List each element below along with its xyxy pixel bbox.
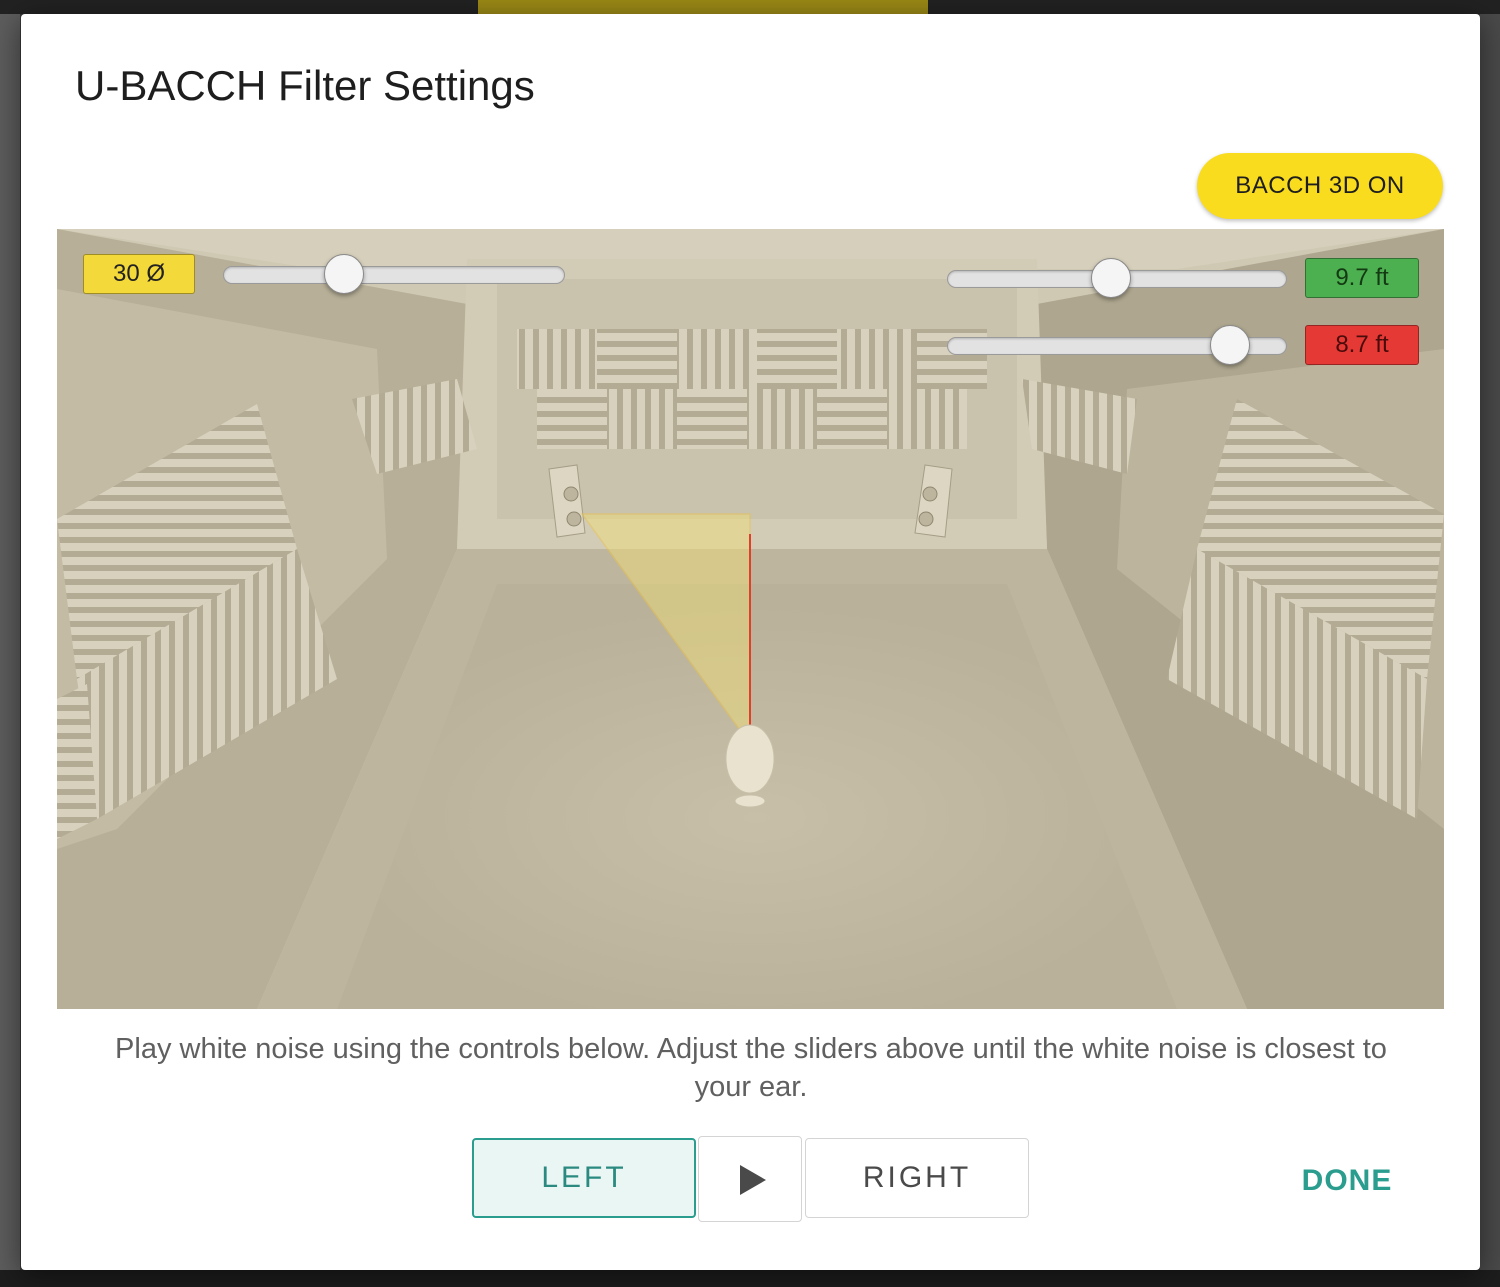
- offset-value-box: 8.7 ft: [1305, 325, 1419, 365]
- right-channel-button[interactable]: RIGHT: [805, 1138, 1029, 1218]
- offset-slider-thumb[interactable]: [1210, 325, 1251, 365]
- dialog-title: U-BACCH Filter Settings: [75, 62, 535, 109]
- distance-slider-thumb[interactable]: [1091, 258, 1132, 298]
- bacch-3d-toggle-button[interactable]: BACCH 3D ON: [1197, 153, 1443, 219]
- left-channel-button[interactable]: LEFT: [472, 1138, 696, 1218]
- distance-slider[interactable]: [947, 258, 1287, 298]
- angle-value-box: 30 Ø: [83, 254, 195, 294]
- angle-slider-thumb[interactable]: [323, 254, 364, 294]
- play-icon: [740, 1165, 766, 1196]
- angle-slider-track[interactable]: [223, 266, 565, 284]
- offset-slider[interactable]: [947, 325, 1287, 365]
- room-3d-view: 30 Ø 9.7 ft 8.7 ft: [57, 229, 1444, 1009]
- background-left-panel: [0, 14, 20, 1284]
- angle-slider[interactable]: [223, 254, 565, 294]
- background-status-chip: [478, 0, 928, 14]
- distance-value-box: 9.7 ft: [1305, 258, 1419, 298]
- play-button[interactable]: [698, 1136, 802, 1222]
- background-right-panel: [1480, 14, 1500, 1284]
- done-button[interactable]: DONE: [1287, 1152, 1407, 1210]
- filter-settings-dialog: U-BACCH Filter Settings BACCH 3D ON 30 Ø…: [21, 14, 1480, 1270]
- instructions-text: Play white noise using the controls belo…: [115, 1033, 1387, 1103]
- back-wall-foam: [517, 329, 987, 449]
- background-bottom-bar: [0, 1270, 1500, 1287]
